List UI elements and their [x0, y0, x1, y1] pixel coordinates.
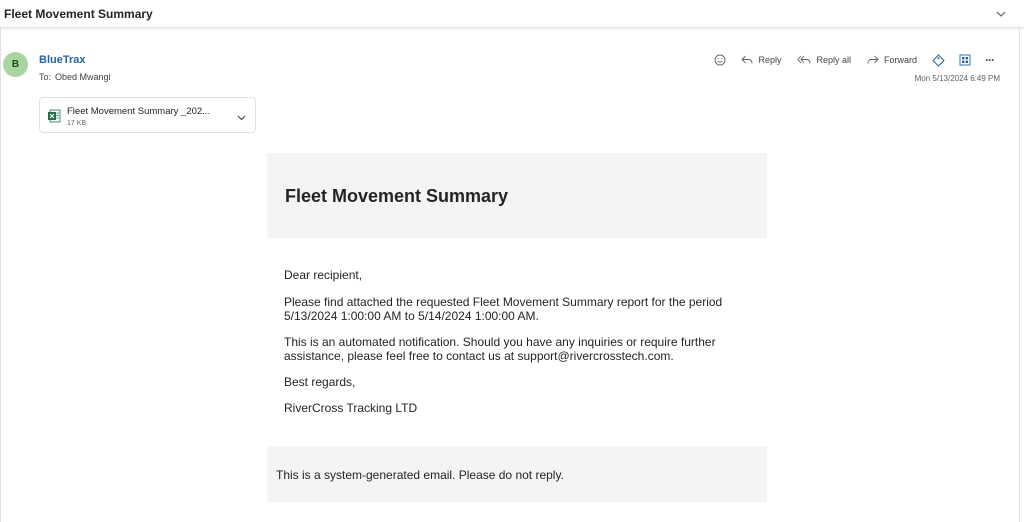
- email-body-content: Dear recipient, Please find attached the…: [284, 268, 754, 427]
- reply-button[interactable]: Reply: [734, 51, 788, 69]
- reply-all-label: Reply all: [816, 55, 851, 65]
- more-actions-button[interactable]: ···: [979, 51, 1000, 69]
- reading-pane-border: [1019, 28, 1020, 522]
- closing: Best regards,: [284, 375, 356, 389]
- body-paragraph: This is an automated notification. Shoul…: [284, 335, 716, 363]
- sender-name[interactable]: BlueTrax: [39, 54, 85, 66]
- reply-label: Reply: [758, 55, 782, 65]
- message-actions: Reply Reply all Forward ···: [708, 51, 1000, 69]
- tag-icon: [932, 53, 945, 67]
- email-body-title: Fleet Movement Summary: [285, 186, 509, 206]
- recipient-line: To: Obed Mwangi: [39, 72, 115, 82]
- reply-icon: [741, 55, 753, 64]
- tag-button[interactable]: [926, 51, 951, 69]
- footer-notice: This is a system-generated email. Please…: [276, 468, 564, 482]
- attachment-name: Fleet Movement Summary _202...: [67, 106, 211, 117]
- attachment-options-icon[interactable]: [236, 110, 247, 128]
- react-button[interactable]: [708, 51, 732, 69]
- sender-avatar[interactable]: B: [3, 52, 28, 77]
- email-footer: This is a system-generated email. Please…: [267, 446, 767, 502]
- smiley-icon: [715, 54, 726, 66]
- apps-grid-icon: [959, 54, 971, 66]
- more-icon: ···: [985, 53, 995, 67]
- apps-button[interactable]: [953, 51, 977, 69]
- recipient-name[interactable]: Obed Mwangi: [55, 72, 111, 82]
- signature: RiverCross Tracking LTD: [284, 401, 418, 415]
- forward-button[interactable]: Forward: [860, 51, 924, 69]
- email-subject: Fleet Movement Summary: [4, 7, 153, 21]
- excel-file-icon: [47, 109, 61, 128]
- forward-icon: [867, 55, 879, 64]
- reply-all-button[interactable]: Reply all: [790, 51, 858, 69]
- chevron-down-icon[interactable]: [992, 5, 1010, 23]
- attachment-card[interactable]: Fleet Movement Summary _202... 17 KB: [39, 97, 256, 133]
- attachment-size: 17 KB: [67, 120, 87, 127]
- forward-label: Forward: [883, 55, 917, 65]
- reading-pane-border: [0, 28, 1, 522]
- subject-bar: Fleet Movement Summary: [0, 0, 1024, 28]
- greeting: Dear recipient,: [284, 268, 363, 282]
- email-body-header: Fleet Movement Summary: [267, 153, 767, 238]
- body-paragraph: Please find attached the requested Fleet…: [284, 295, 723, 323]
- to-label: To:: [39, 72, 52, 82]
- sent-timestamp: Mon 5/13/2024 6:49 PM: [914, 74, 1000, 83]
- reply-all-icon: [797, 55, 811, 64]
